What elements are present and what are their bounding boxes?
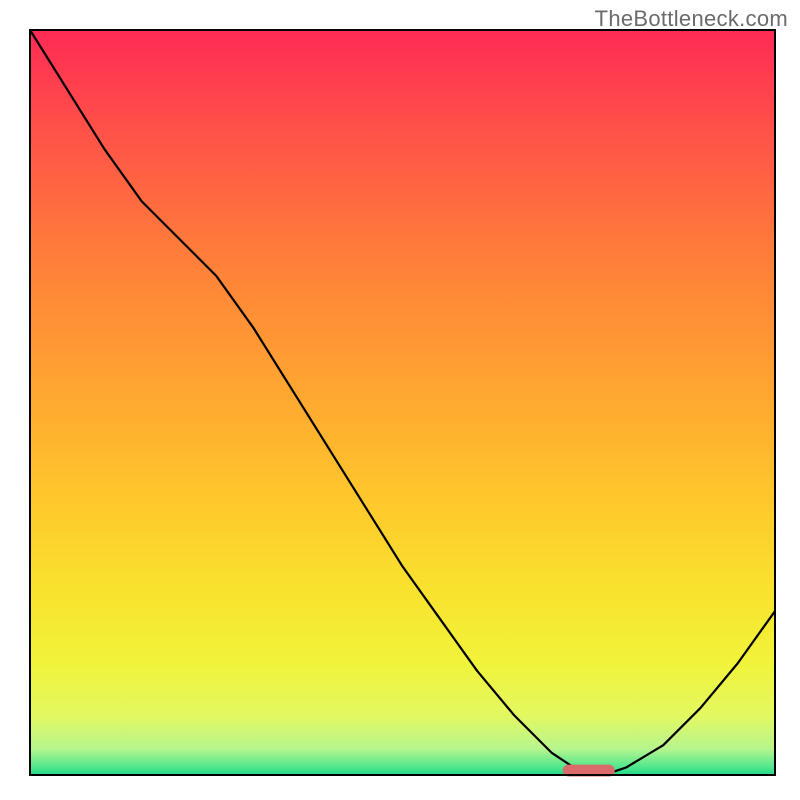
plot-background — [30, 30, 775, 775]
figure: TheBottleneck.com — [0, 0, 800, 800]
chart-svg — [0, 0, 800, 800]
watermark-text: TheBottleneck.com — [595, 6, 788, 32]
